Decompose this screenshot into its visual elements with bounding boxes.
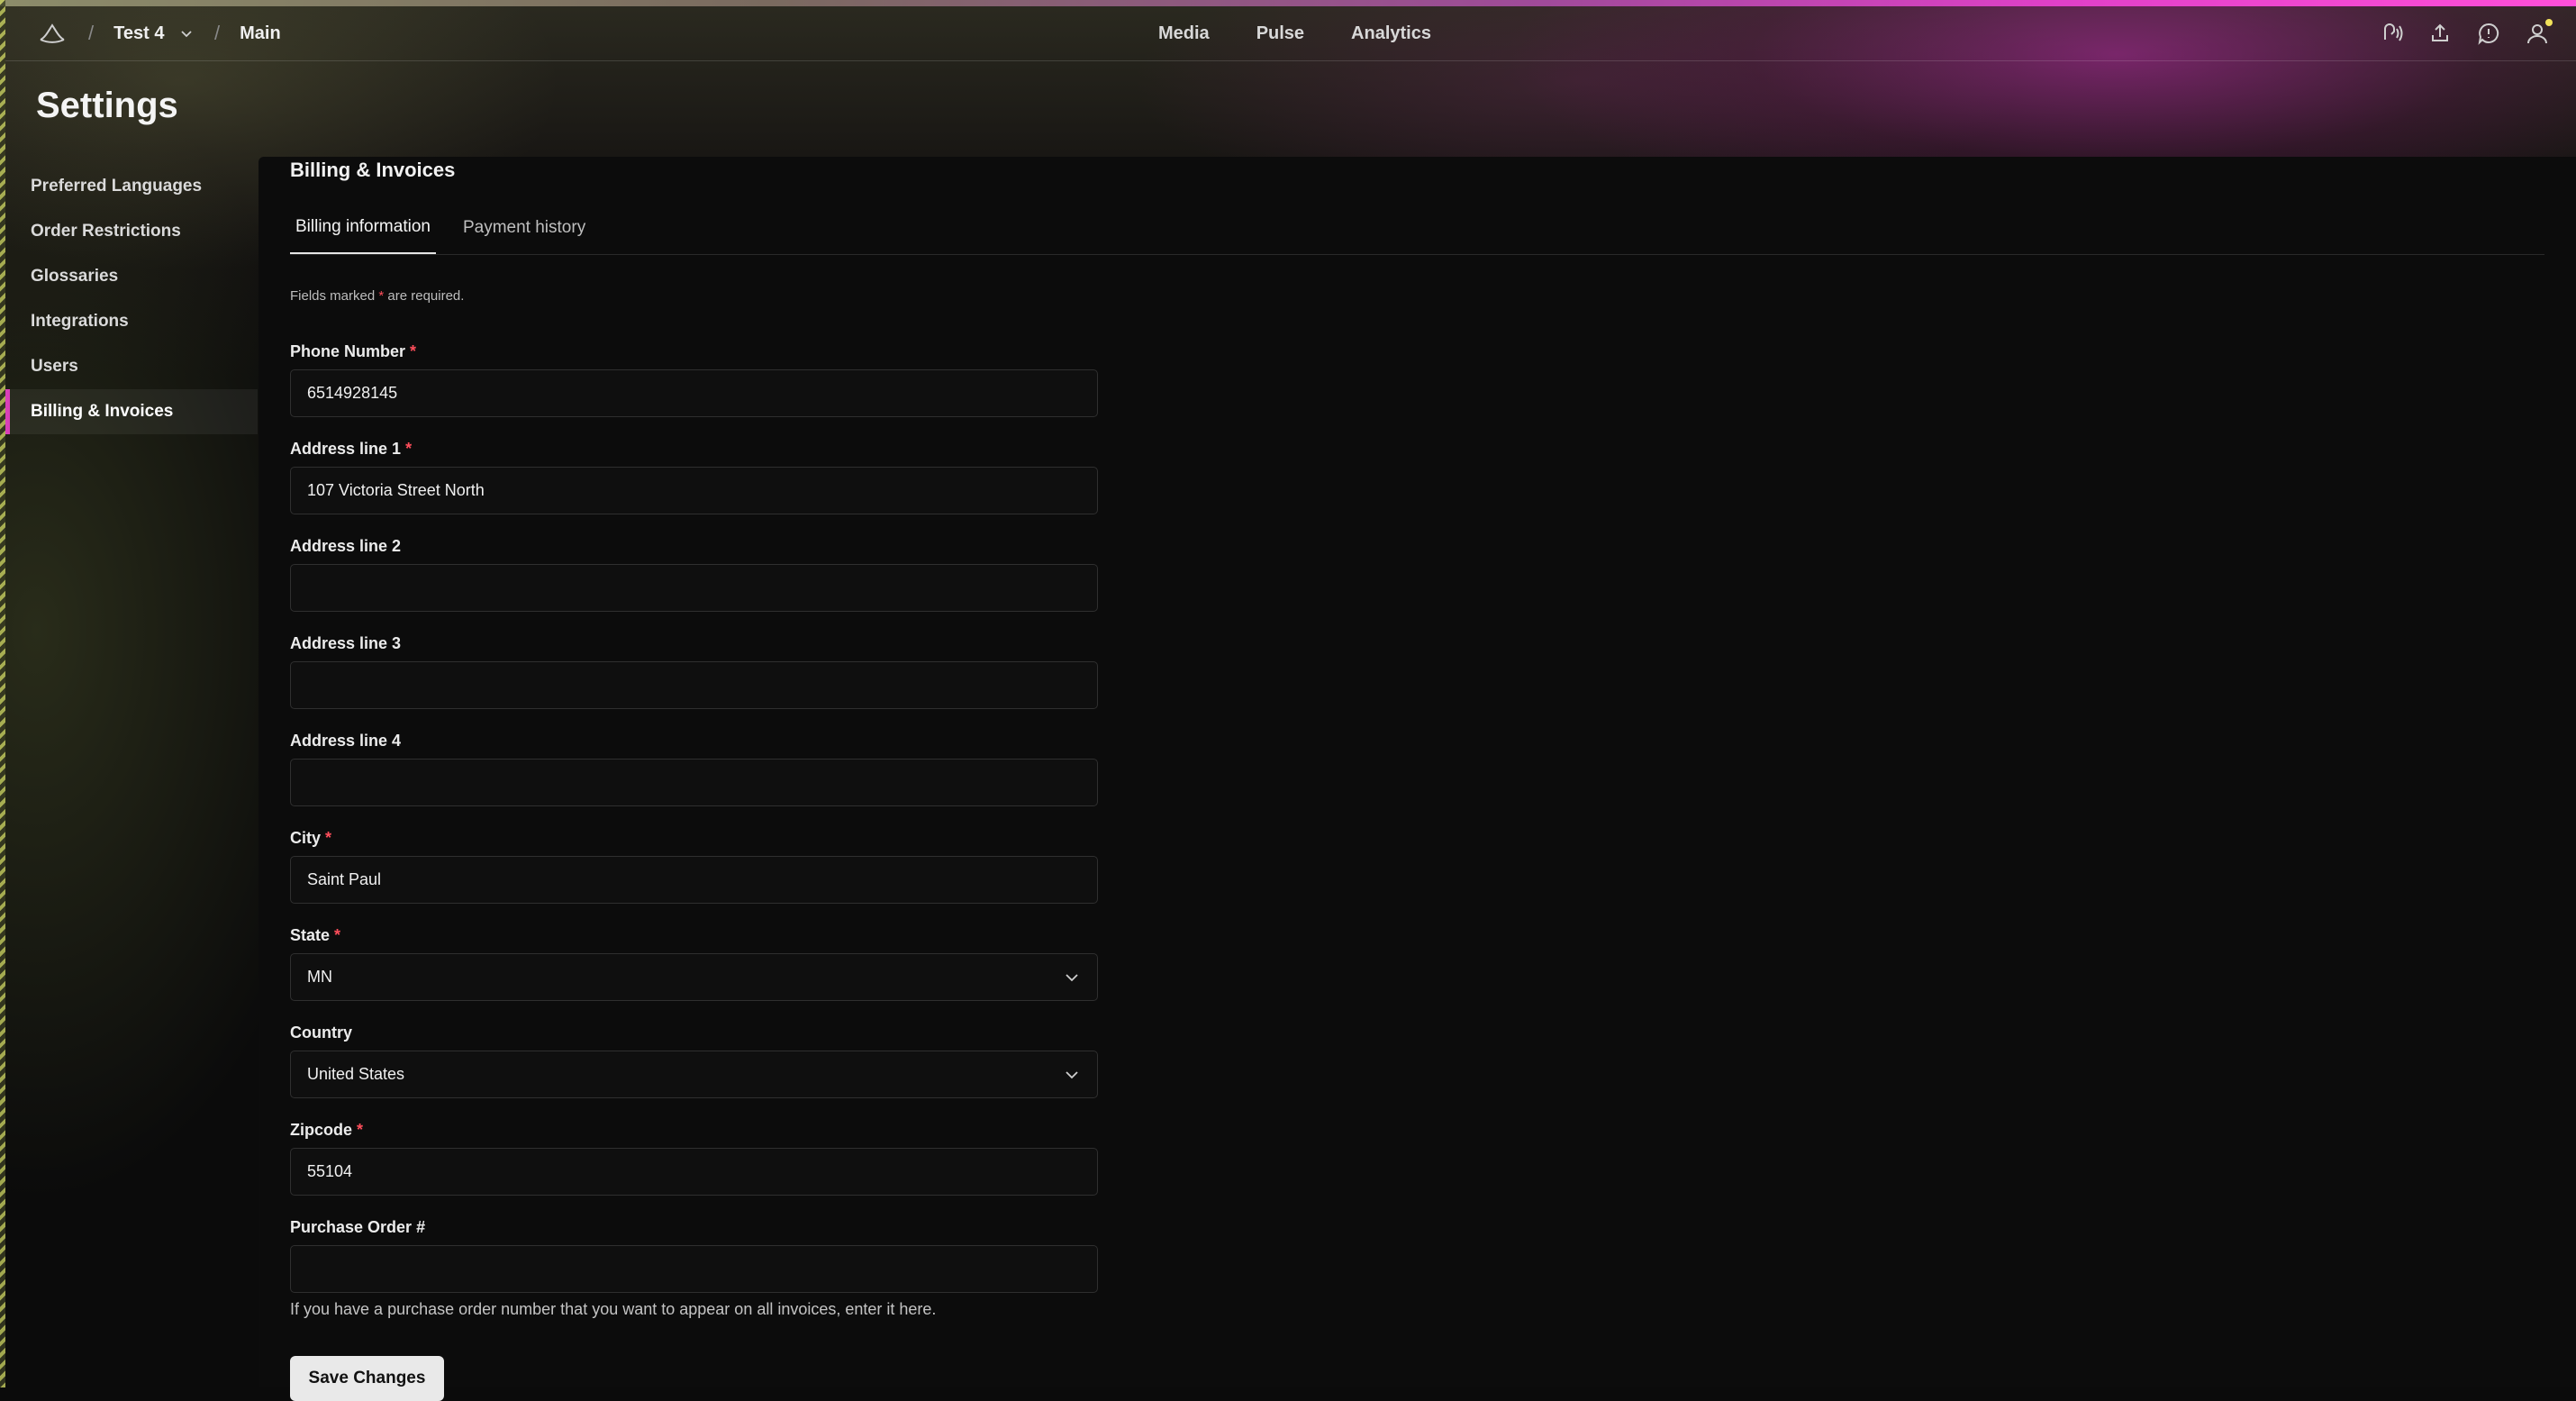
billing-form: Phone Number * Address line 1 * Address … (290, 342, 1098, 1318)
address-line-4-input[interactable] (290, 759, 1098, 806)
page-title: Settings (36, 86, 178, 125)
required-fields-note: Fields marked * are required. (290, 288, 465, 304)
state-field-group: State * MN (290, 926, 1098, 1023)
branch-name[interactable]: Main (240, 23, 281, 44)
chevron-down-icon (1063, 1066, 1081, 1084)
nav-media[interactable]: Media (1158, 23, 1210, 44)
city-label: City * (290, 829, 332, 847)
address-line-1-label: Address line 1 * (290, 440, 413, 458)
country-label: Country (290, 1023, 352, 1042)
purchase-order-field-group: Purchase Order # If you have a purchase … (290, 1218, 1098, 1318)
top-accent-bar (0, 0, 2576, 6)
address-line-2-field-group: Address line 2 (290, 537, 1098, 634)
sidebar-item-order-restrictions[interactable]: Order Restrictions (5, 209, 258, 254)
feedback-icon[interactable] (2477, 22, 2500, 45)
phone-label: Phone Number * (290, 342, 417, 360)
primary-nav: Media Pulse Analytics (1158, 6, 1431, 60)
sidebar-item-users[interactable]: Users (5, 344, 258, 389)
top-navigation: / Test 4 / Main Media Pulse Analytics (5, 6, 2576, 61)
phone-input[interactable] (290, 369, 1098, 417)
upload-icon[interactable] (2428, 22, 2452, 45)
nav-pulse[interactable]: Pulse (1256, 23, 1304, 44)
phone-field-group: Phone Number * (290, 342, 1098, 440)
zipcode-input[interactable] (290, 1148, 1098, 1196)
sidebar-item-integrations[interactable]: Integrations (5, 299, 258, 344)
address-line-2-input[interactable] (290, 564, 1098, 612)
required-star: * (378, 288, 385, 304)
address-line-3-label: Address line 3 (290, 634, 402, 652)
country-selected-value: United States (307, 1065, 405, 1083)
address-line-3-input[interactable] (290, 661, 1098, 709)
purchase-order-help: If you have a purchase order number that… (290, 1300, 937, 1318)
sidebar-item-preferred-languages[interactable]: Preferred Languages (5, 164, 258, 209)
address-line-3-field-group: Address line 3 (290, 634, 1098, 732)
logo-icon[interactable] (36, 21, 68, 46)
nav-analytics[interactable]: Analytics (1351, 23, 1431, 44)
tab-billing-information[interactable]: Billing information (290, 202, 436, 254)
state-selected-value: MN (307, 968, 332, 986)
zipcode-label: Zipcode * (290, 1121, 364, 1139)
zipcode-field-group: Zipcode * (290, 1121, 1098, 1218)
sidebar-item-billing-invoices[interactable]: Billing & Invoices (5, 389, 258, 434)
section-title: Billing & Invoices (290, 159, 456, 181)
address-line-1-field-group: Address line 1 * (290, 440, 1098, 537)
country-field-group: Country United States (290, 1023, 1098, 1121)
breadcrumb-separator: / (214, 22, 221, 44)
breadcrumb: / Test 4 / Main (36, 6, 281, 60)
address-line-1-input[interactable] (290, 467, 1098, 514)
chevron-down-icon (178, 26, 195, 42)
address-line-2-label: Address line 2 (290, 537, 402, 555)
tab-payment-history[interactable]: Payment history (458, 202, 591, 254)
address-line-4-label: Address line 4 (290, 732, 402, 750)
breadcrumb-separator: / (88, 22, 95, 44)
voice-icon[interactable] (2380, 22, 2403, 45)
project-name: Test 4 (113, 23, 165, 43)
purchase-order-input[interactable] (290, 1245, 1098, 1293)
purchase-order-label: Purchase Order # (290, 1218, 426, 1236)
billing-panel: Billing & Invoices Billing information P… (259, 157, 2576, 1401)
city-input[interactable] (290, 856, 1098, 904)
chevron-down-icon (1063, 969, 1081, 987)
sidebar-item-glossaries[interactable]: Glossaries (5, 254, 258, 299)
project-switcher[interactable]: Test 4 (113, 23, 195, 44)
address-line-4-field-group: Address line 4 (290, 732, 1098, 829)
settings-sidebar: Preferred Languages Order Restrictions G… (5, 164, 258, 434)
billing-tabs: Billing information Payment history (290, 202, 2544, 255)
notification-dot (2545, 19, 2553, 26)
save-changes-button[interactable]: Save Changes (290, 1356, 444, 1401)
state-label: State * (290, 926, 341, 944)
state-select[interactable]: MN (290, 953, 1098, 1001)
account-icon[interactable] (2526, 19, 2553, 45)
country-select[interactable]: United States (290, 1051, 1098, 1098)
city-field-group: City * (290, 829, 1098, 926)
header-actions (2380, 6, 2553, 60)
